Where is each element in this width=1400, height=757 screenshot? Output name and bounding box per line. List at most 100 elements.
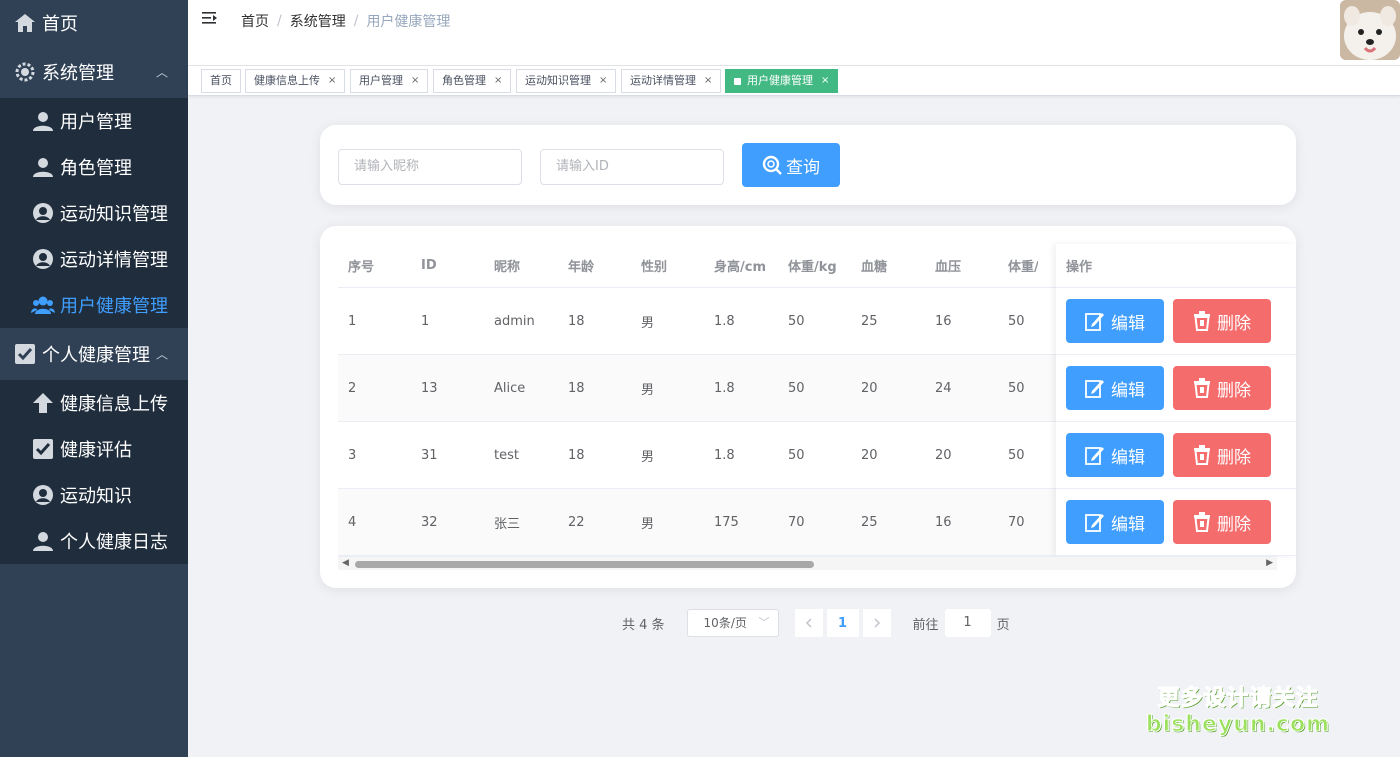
scroll-thumb[interactable] — [355, 561, 814, 568]
goto-suffix: 页 — [996, 617, 1010, 633]
column-header: 血糖 — [861, 260, 888, 275]
column-header: 体重/ — [1008, 260, 1038, 275]
table-cell: 20 — [861, 447, 878, 463]
table-cell: 1 — [348, 313, 357, 329]
actions-column: 操作 编辑 删除 编辑 删除 编辑 删除 编辑 删除 — [1056, 244, 1296, 556]
scroll-right-icon[interactable]: ▶ — [1266, 558, 1273, 568]
breadcrumb-separator: / — [277, 13, 282, 29]
trash-icon — [1193, 378, 1211, 398]
close-icon[interactable]: × — [494, 70, 502, 92]
sidebar-group-personal[interactable]: 个人健康管理 ︿ — [0, 328, 188, 380]
tag-health-upload[interactable]: 健康信息上传 × — [245, 69, 346, 93]
sidebar-item-health-upload[interactable]: 健康信息上传 — [0, 380, 188, 426]
users-group-icon — [30, 292, 56, 318]
user-icon — [30, 154, 56, 180]
edit-button-label: 编辑 — [1111, 380, 1145, 401]
tag-exercise-knowledge[interactable]: 运动知识管理 × — [516, 69, 617, 93]
table-cell: 24 — [935, 380, 952, 396]
edit-button[interactable]: 编辑 — [1066, 500, 1164, 544]
edit-button[interactable]: 编辑 — [1066, 433, 1164, 477]
close-icon[interactable]: × — [704, 70, 712, 92]
trash-icon — [1193, 311, 1211, 331]
table-cell: 13 — [421, 380, 438, 396]
checkbox-icon — [12, 341, 38, 367]
delete-button[interactable]: 删除 — [1173, 299, 1271, 343]
sidebar-item-home[interactable]: 首页 — [0, 0, 188, 46]
sidebar-item-exercise-knowledge[interactable]: 运动知识管理 — [0, 190, 188, 236]
table-cell: 50 — [788, 447, 805, 463]
trash-icon — [1193, 512, 1211, 532]
delete-button[interactable]: 删除 — [1173, 500, 1271, 544]
table-cell: 16 — [935, 514, 952, 530]
sidebar-item-health-assessment[interactable]: 健康评估 — [0, 426, 188, 472]
delete-button[interactable]: 删除 — [1173, 433, 1271, 477]
tag-label: 运动详情管理 — [630, 74, 696, 87]
table-cell: Alice — [494, 380, 526, 396]
edit-button[interactable]: 编辑 — [1066, 366, 1164, 410]
prev-page-button[interactable] — [794, 609, 823, 637]
sidebar-item-label: 用户管理 — [60, 112, 132, 133]
table-cell: 3 — [348, 447, 357, 463]
active-dot — [734, 77, 741, 85]
tag-user-management[interactable]: 用户管理 × — [350, 69, 429, 93]
watermark-line2: bisheyun.com — [1145, 712, 1330, 738]
horizontal-scrollbar[interactable]: ◀ ▶ — [338, 556, 1277, 570]
sidebar-item-user-health[interactable]: 用户健康管理 — [0, 282, 188, 328]
table-cell: 20 — [935, 447, 952, 463]
sidebar-group-system[interactable]: 系统管理 ︿ — [0, 46, 188, 98]
top-header: 首页 / 系统管理 / 用户健康管理 — [188, 0, 1400, 66]
sidebar-item-exercise-knowledge-personal[interactable]: 运动知识 — [0, 472, 188, 518]
edit-button[interactable]: 编辑 — [1066, 299, 1164, 343]
close-icon[interactable]: × — [328, 70, 336, 92]
scroll-left-icon[interactable]: ◀ — [342, 558, 349, 568]
table-cell: 25 — [861, 514, 878, 530]
action-row: 编辑 删除 — [1056, 489, 1296, 556]
goto-page-input[interactable]: 1 — [944, 609, 991, 637]
table-cell: 男 — [641, 516, 655, 532]
table-cell: 18 — [568, 313, 585, 329]
breadcrumb-system[interactable]: 系统管理 — [290, 11, 346, 31]
table-cell: 70 — [1008, 514, 1025, 530]
breadcrumb-separator: / — [353, 13, 359, 29]
tag-exercise-details[interactable]: 运动详情管理 × — [621, 69, 722, 93]
close-icon[interactable]: × — [411, 70, 419, 92]
sidebar-item-exercise-details[interactable]: 运动详情管理 — [0, 236, 188, 282]
upload-home-icon — [30, 390, 56, 416]
delete-button-label: 删除 — [1217, 313, 1251, 334]
sidebar-item-label: 首页 — [42, 14, 78, 35]
watermark: 更多设计请关注 bisheyun.com — [1145, 680, 1330, 738]
tag-label: 健康信息上传 — [254, 74, 320, 87]
tag-home[interactable]: 首页 — [201, 69, 241, 93]
table-card: 序号 ID 昵称 年龄 性别 身高/cm 体重/kg 血糖 血压 体重/ 1 1… — [320, 226, 1296, 588]
pagination: 共 4 条 10条/页 ﹀ 1 前往 1 页 — [622, 609, 1010, 637]
hamburger-icon[interactable] — [202, 10, 220, 28]
table-cell: 31 — [421, 447, 438, 463]
table-cell: 男 — [641, 382, 655, 398]
search-card: 请输入昵称 请输入ID 查询 — [320, 125, 1296, 205]
search-button[interactable]: 查询 — [742, 143, 840, 187]
sidebar-item-roles[interactable]: 角色管理 — [0, 144, 188, 190]
table-cell: 50 — [1008, 447, 1025, 463]
page-number-current[interactable]: 1 — [826, 609, 859, 637]
breadcrumb-home[interactable]: 首页 — [241, 11, 269, 31]
edit-button-label: 编辑 — [1111, 313, 1145, 334]
edit-icon — [1085, 512, 1105, 532]
sidebar-item-health-log[interactable]: 个人健康日志 — [0, 518, 188, 564]
nickname-input[interactable]: 请输入昵称 — [338, 149, 522, 185]
close-icon[interactable]: × — [821, 70, 829, 92]
tag-role-management[interactable]: 角色管理 × — [433, 69, 512, 93]
sidebar-item-users[interactable]: 用户管理 — [0, 98, 188, 144]
close-icon[interactable]: × — [599, 70, 607, 92]
chevron-right-icon — [874, 618, 880, 628]
breadcrumb: 首页 / 系统管理 / 用户健康管理 — [241, 11, 450, 31]
delete-button[interactable]: 删除 — [1173, 366, 1271, 410]
next-page-button[interactable] — [862, 609, 891, 637]
tag-user-health[interactable]: 用户健康管理 × — [725, 69, 839, 93]
table-cell: test — [494, 447, 519, 463]
id-input[interactable]: 请输入ID — [540, 149, 724, 185]
avatar[interactable] — [1340, 0, 1400, 60]
page-size-select[interactable]: 10条/页 ﹀ — [686, 609, 779, 637]
sidebar-item-label: 运动知识管理 — [60, 204, 168, 225]
column-header: 身高/cm — [714, 260, 767, 275]
table-cell: 16 — [935, 313, 952, 329]
